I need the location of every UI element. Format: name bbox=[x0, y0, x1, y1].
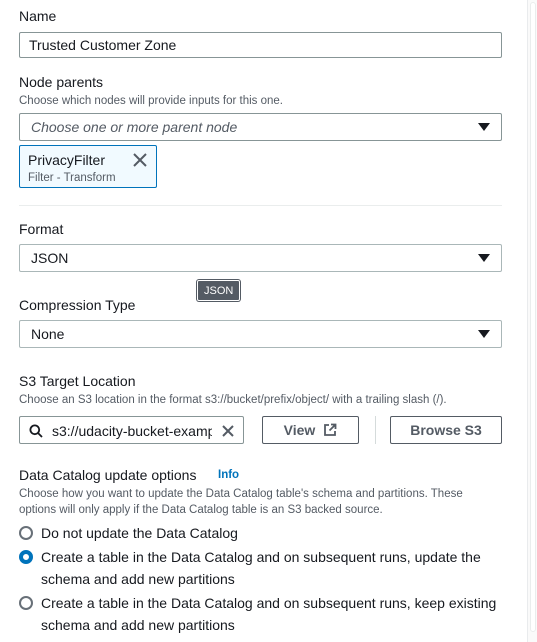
view-button-label: View bbox=[283, 422, 316, 438]
radio-label-keep-schema[interactable]: Create a table in the Data Catalog and o… bbox=[41, 592, 511, 636]
radio-keep-schema[interactable] bbox=[19, 596, 33, 610]
compression-label: Compression Type bbox=[19, 297, 136, 313]
search-icon bbox=[29, 424, 43, 438]
node-parents-description: Choose which nodes will provide inputs f… bbox=[19, 95, 284, 107]
format-value: JSON bbox=[31, 250, 69, 266]
parent-token-subtitle: Filter - Transform bbox=[28, 172, 116, 184]
catalog-options-label: Data Catalog update options bbox=[19, 467, 197, 483]
node-parents-label: Node parents bbox=[19, 74, 104, 90]
radio-label-no-update[interactable]: Do not update the Data Catalog bbox=[41, 522, 511, 544]
node-parents-select[interactable]: Choose one or more parent node bbox=[19, 113, 502, 141]
format-select[interactable]: JSON bbox=[19, 244, 502, 272]
section-divider bbox=[19, 205, 502, 206]
name-input-value: Trusted Customer Zone bbox=[29, 37, 177, 53]
catalog-options-description-1: Choose how you want to update the Data C… bbox=[19, 488, 463, 500]
s3-location-input[interactable]: s3://udacity-bucket-example/ bbox=[19, 416, 244, 444]
compression-select[interactable]: None bbox=[19, 320, 502, 348]
compression-value: None bbox=[31, 326, 65, 342]
radio-label-update-schema[interactable]: Create a table in the Data Catalog and o… bbox=[41, 546, 511, 590]
close-icon[interactable] bbox=[132, 152, 148, 168]
format-label: Format bbox=[19, 221, 64, 237]
s3-location-value: s3://udacity-bucket-example/ bbox=[52, 423, 212, 439]
name-input[interactable]: Trusted Customer Zone bbox=[19, 32, 502, 58]
scrollbar[interactable] bbox=[527, 0, 537, 642]
clear-icon[interactable] bbox=[220, 423, 236, 439]
view-button[interactable]: View bbox=[262, 416, 359, 444]
catalog-options-description-2: options will only apply if the Data Cata… bbox=[19, 504, 383, 516]
s3-target-description: Choose an S3 location in the format s3:/… bbox=[19, 394, 447, 406]
radio-update-schema[interactable] bbox=[19, 550, 33, 564]
node-parents-placeholder: Choose one or more parent node bbox=[31, 119, 238, 135]
scrollbar-thumb[interactable] bbox=[530, 2, 536, 632]
external-link-icon bbox=[324, 423, 337, 436]
caret-down-icon bbox=[478, 330, 490, 338]
parent-token-name: PrivacyFilter bbox=[28, 152, 106, 168]
caret-down-icon bbox=[478, 254, 490, 262]
node-properties-panel: Name Trusted Customer Zone Node parents … bbox=[0, 0, 527, 642]
parent-token: PrivacyFilter Filter - Transform bbox=[19, 145, 157, 188]
browse-s3-button[interactable]: Browse S3 bbox=[390, 416, 502, 444]
caret-down-icon bbox=[478, 123, 490, 131]
radio-no-update[interactable] bbox=[19, 526, 33, 540]
name-label: Name bbox=[19, 8, 57, 24]
s3-target-label: S3 Target Location bbox=[19, 373, 136, 389]
info-link[interactable]: Info bbox=[218, 469, 239, 481]
format-tooltip: JSON bbox=[197, 280, 241, 301]
button-separator bbox=[375, 416, 376, 444]
